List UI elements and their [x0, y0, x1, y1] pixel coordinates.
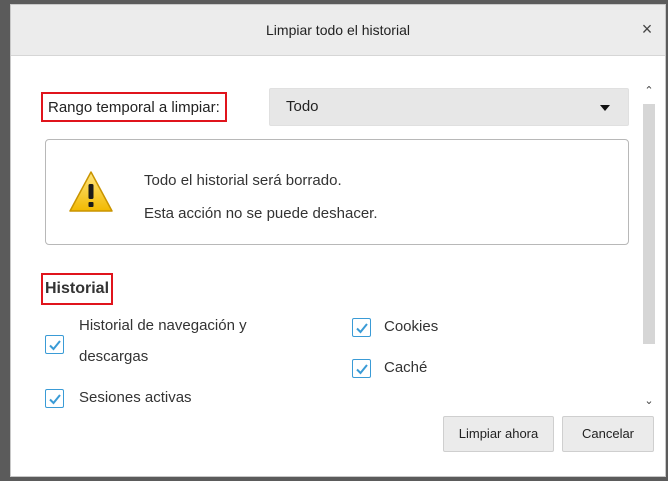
scroll-thumb[interactable] — [643, 104, 655, 344]
browsing-history-label-line2: descargas — [79, 348, 149, 365]
cookies-label: Cookies — [384, 318, 439, 335]
clear-history-dialog: Limpiar todo el historial × Rango tempor… — [10, 4, 666, 477]
checkmark-icon — [49, 340, 61, 351]
active-sessions-checkbox[interactable] — [45, 389, 64, 408]
warning-box: Todo el historial será borrado. Esta acc… — [45, 139, 629, 245]
cancel-button[interactable]: Cancelar — [562, 416, 654, 452]
checkmark-icon — [49, 394, 61, 405]
time-range-value: Todo — [286, 98, 319, 115]
history-section-heading: Historial — [41, 273, 114, 305]
dialog-title: Limpiar todo el historial — [266, 22, 410, 38]
checkmark-icon — [356, 364, 368, 375]
scroll-up-icon[interactable]: ⌃ — [644, 86, 654, 97]
warning-text-line1: Todo el historial será borrado. — [144, 172, 342, 189]
warning-icon — [69, 171, 113, 212]
scroll-down-icon[interactable]: ⌄ — [644, 396, 654, 407]
title-bar: Limpiar todo el historial × — [11, 5, 665, 56]
clear-now-button[interactable]: Limpiar ahora — [443, 416, 554, 452]
checkmark-icon — [356, 323, 368, 334]
cookies-checkbox[interactable] — [352, 318, 371, 337]
time-range-select[interactable]: Todo — [269, 88, 629, 126]
active-sessions-label: Sesiones activas — [79, 389, 192, 406]
scrollbar[interactable]: ⌃ ⌄ — [641, 78, 657, 410]
close-icon[interactable]: × — [635, 17, 659, 41]
warning-text-line2: Esta acción no se puede deshacer. — [144, 205, 378, 222]
browsing-history-label-line1: Historial de navegación y — [79, 317, 247, 334]
cache-label: Caché — [384, 359, 428, 376]
time-range-label: Rango temporal a limpiar: — [41, 92, 227, 122]
dropdown-caret-icon — [600, 105, 610, 111]
browsing-history-checkbox[interactable] — [45, 335, 64, 354]
cache-checkbox[interactable] — [352, 359, 371, 378]
